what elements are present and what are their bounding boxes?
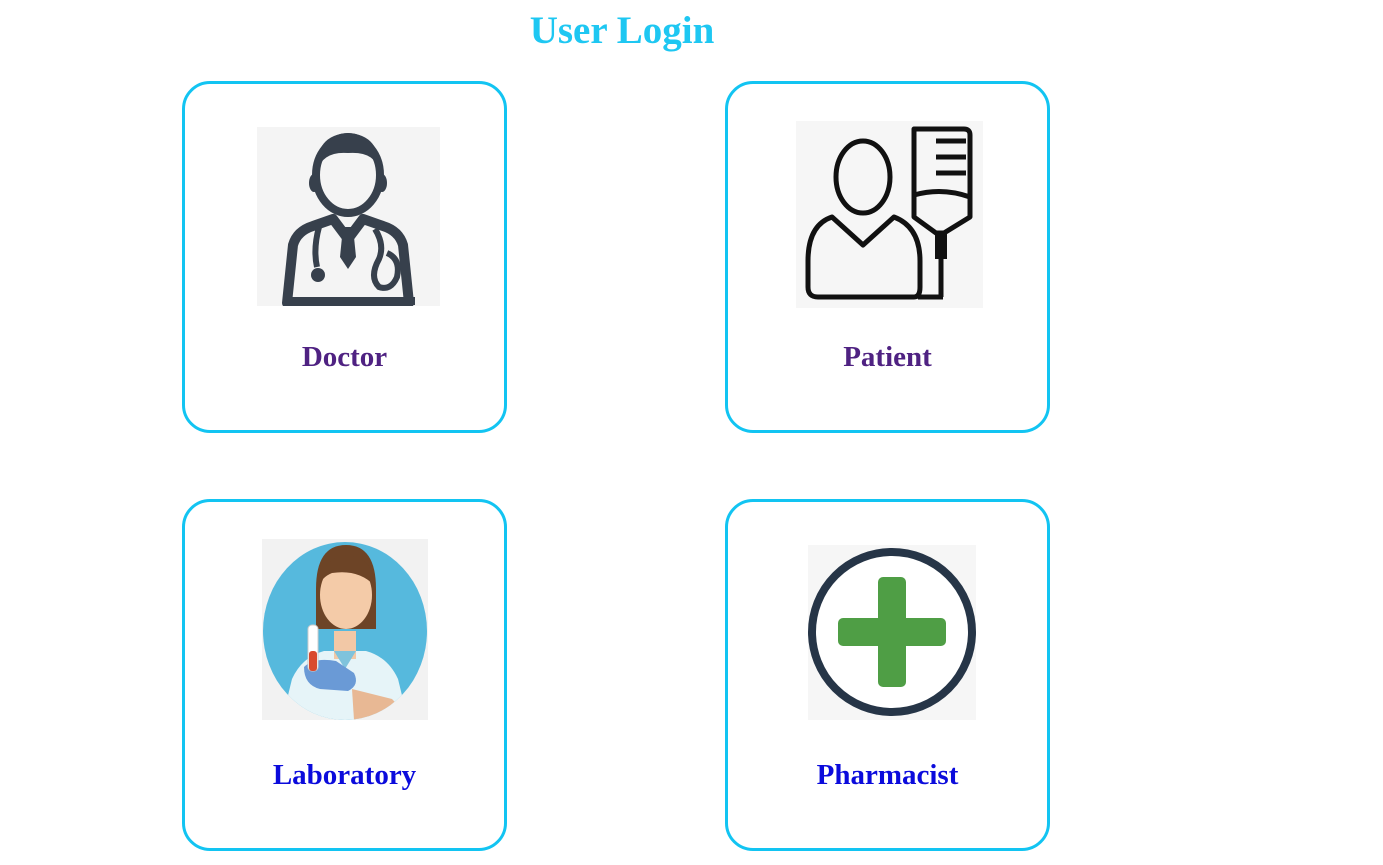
patient-label[interactable]: Patient	[728, 340, 1047, 374]
lab-technician-icon[interactable]	[262, 539, 428, 720]
patient-login-card[interactable]: Patient	[725, 81, 1050, 433]
doctor-label[interactable]: Doctor	[185, 340, 504, 374]
patient-iv-icon[interactable]	[796, 121, 983, 308]
pharmacist-login-card[interactable]: Pharmacist	[725, 499, 1050, 851]
doctor-icon[interactable]	[257, 127, 440, 306]
pharmacist-label[interactable]: Pharmacist	[728, 758, 1047, 792]
page-title: User Login	[529, 9, 715, 52]
laboratory-label[interactable]: Laboratory	[185, 758, 504, 792]
medical-cross-icon[interactable]	[808, 545, 976, 720]
laboratory-login-card[interactable]: Laboratory	[182, 499, 507, 851]
doctor-login-card[interactable]: Doctor	[182, 81, 507, 433]
